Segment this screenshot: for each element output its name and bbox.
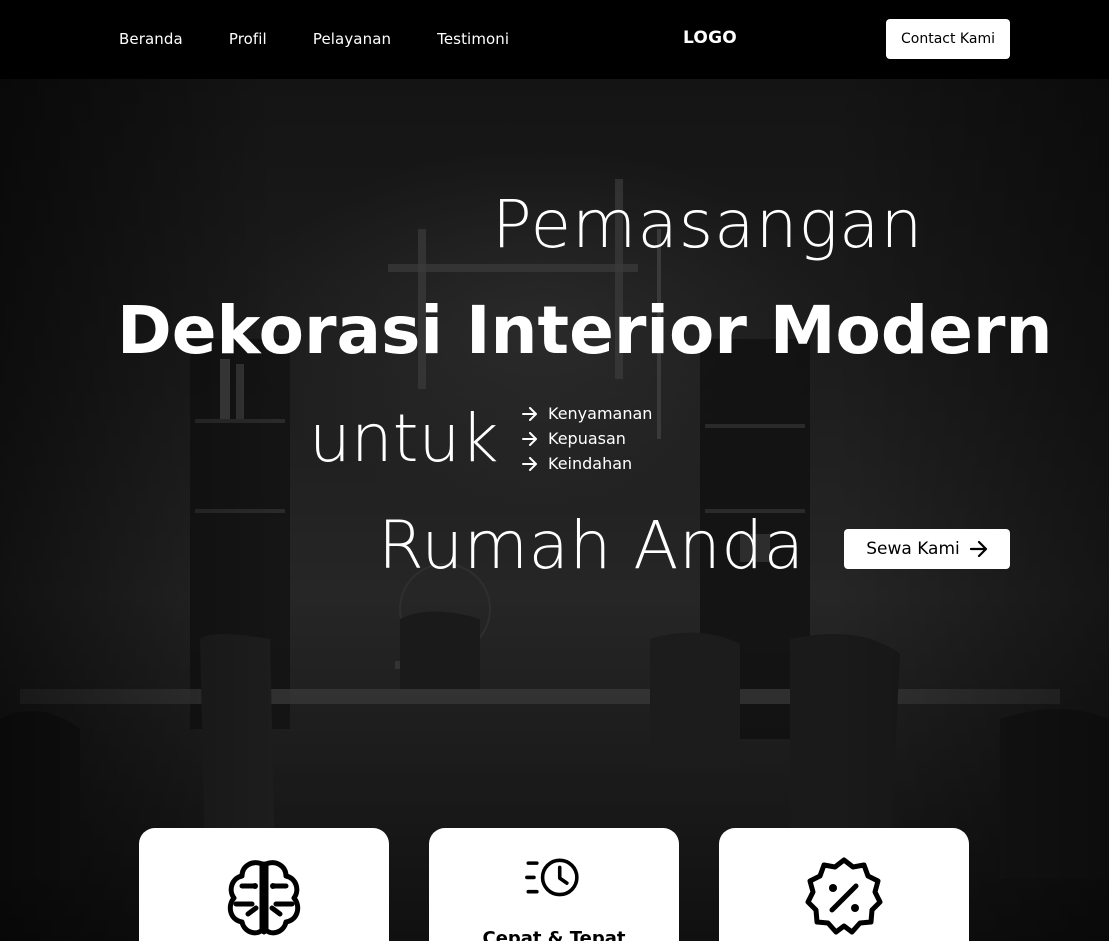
nav-links: Beranda Profil Pelayanan Testimoni	[119, 29, 509, 49]
fast-clock-icon	[525, 858, 579, 897]
hire-us-button[interactable]: Sewa Kami	[844, 529, 1010, 569]
nav-link-profil[interactable]: Profil	[229, 29, 267, 49]
nav-link-pelayanan[interactable]: Pelayanan	[313, 29, 391, 49]
benefit-list: Kenyamanan Kepuasan Keindahan	[522, 401, 652, 476]
arrow-right-icon	[522, 456, 537, 471]
feature-card[interactable]	[719, 828, 969, 941]
brain-icon	[227, 860, 301, 936]
landing-page: Beranda Profil Pelayanan Testimoni LOGO …	[0, 0, 1109, 941]
feature-card[interactable]: Cepat & Tepat	[429, 828, 679, 941]
benefit-item: Kepuasan	[522, 426, 652, 451]
benefit-item: Keindahan	[522, 451, 652, 476]
nav-link-testimoni[interactable]: Testimoni	[437, 29, 509, 49]
hero-section: Pemasangan Dekorasi Interior Modern untu…	[0, 79, 1109, 941]
feature-card[interactable]	[139, 828, 389, 941]
hire-us-label: Sewa Kami	[866, 539, 960, 559]
contact-button[interactable]: Contact Kami	[886, 19, 1010, 59]
arrow-right-icon	[522, 431, 537, 446]
hero-heading-line-2: Dekorasi Interior Modern	[117, 292, 1053, 369]
benefit-label: Kenyamanan	[548, 404, 653, 423]
discount-badge-icon	[805, 857, 883, 935]
benefit-label: Kepuasan	[548, 429, 626, 448]
benefit-label: Keindahan	[548, 454, 633, 473]
nav-link-beranda[interactable]: Beranda	[119, 29, 183, 49]
feature-title: Cepat & Tepat	[482, 928, 626, 941]
arrow-right-icon	[522, 406, 537, 421]
logo[interactable]: LOGO	[683, 27, 737, 49]
navbar: Beranda Profil Pelayanan Testimoni LOGO …	[0, 0, 1109, 79]
arrow-right-icon	[969, 541, 987, 557]
hero-heading-line-1: Pemasangan	[492, 186, 924, 263]
hero-heading-line-4: Rumah Anda	[378, 507, 805, 584]
hero-heading-line-3: untuk	[309, 400, 499, 477]
benefit-item: Kenyamanan	[522, 401, 652, 426]
